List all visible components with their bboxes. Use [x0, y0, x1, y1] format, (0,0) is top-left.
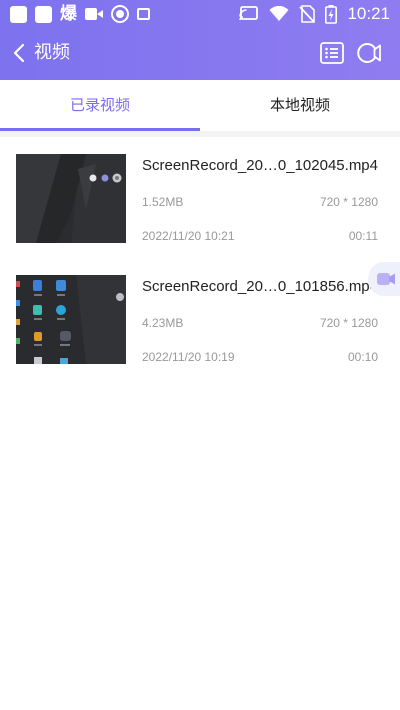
video-camera-icon: [85, 7, 103, 21]
status-glyph: 爆: [60, 4, 77, 24]
video-list-item[interactable]: ScreenRecord_20…0_102045.mp4 1.52MB 720 …: [0, 154, 400, 254]
thumbnail-image: [16, 154, 126, 243]
app-square-icon: [35, 5, 52, 23]
video-duration: 00:11: [348, 229, 378, 243]
video-date: 2022/11/20 10:21: [142, 229, 235, 243]
video-size: 1.52MB: [142, 195, 184, 209]
page-title: 视频: [34, 42, 70, 63]
video-filename: ScreenRecord_20…0_101856.mp4: [142, 278, 378, 295]
app-bar: 视频: [0, 30, 400, 76]
video-filename: ScreenRecord_20…0_102045.mp4: [142, 157, 378, 174]
status-time: 10:21: [347, 4, 390, 23]
cast-icon: [239, 6, 259, 21]
video-info: ScreenRecord_20…0_101856.mp4 4.23MB 720 …: [142, 275, 380, 375]
app-square-icon: [10, 5, 27, 23]
video-date: 2022/11/20 10:19: [142, 350, 235, 364]
back-chevron-icon[interactable]: [10, 42, 30, 64]
tab-divider: [0, 131, 400, 137]
video-resolution: 720 * 1280: [319, 316, 378, 330]
record-icon: [111, 5, 129, 23]
status-bar-left: 爆: [10, 4, 150, 24]
status-bar-right: 10:21: [239, 4, 390, 24]
thumbnail-image: [16, 275, 126, 364]
tab-bar: 已录视频 本地视频: [0, 80, 400, 131]
video-duration: 00:10: [347, 350, 378, 364]
floating-record-icon[interactable]: [368, 262, 400, 296]
video-resolution: 720 * 1280: [319, 195, 378, 209]
list-icon[interactable]: [320, 42, 344, 64]
wifi-icon: [269, 6, 289, 21]
video-size: 4.23MB: [142, 316, 184, 330]
tab-local-videos[interactable]: 本地视频: [200, 80, 400, 131]
book-icon: [137, 8, 150, 20]
header: 爆 10:21 视频: [0, 0, 400, 80]
video-info: ScreenRecord_20…0_102045.mp4 1.52MB 720 …: [142, 154, 380, 254]
video-list-item[interactable]: ScreenRecord_20…0_101856.mp4 4.23MB 720 …: [0, 275, 400, 375]
no-sim-icon: [299, 5, 316, 23]
tab-recorded-videos[interactable]: 已录视频: [0, 80, 200, 131]
screen-record-icon[interactable]: [356, 41, 382, 65]
status-bar: 爆 10:21: [0, 0, 400, 28]
video-thumbnail[interactable]: [16, 154, 126, 243]
battery-icon: [325, 4, 338, 24]
video-thumbnail[interactable]: [16, 275, 126, 364]
